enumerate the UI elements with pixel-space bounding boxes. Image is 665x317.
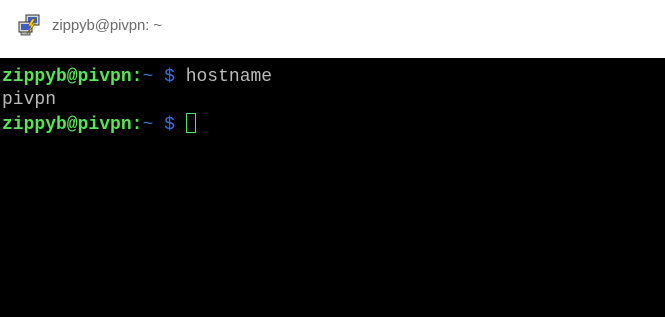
- putty-icon: [17, 13, 41, 37]
- prompt-symbol: $: [164, 115, 175, 135]
- window-title: zippyb@pivpn: ~: [52, 17, 163, 34]
- terminal-area[interactable]: zippyb@pivpn:~ $ hostname pivpn zippyb@p…: [0, 58, 665, 317]
- prompt-symbol: $: [164, 67, 175, 87]
- terminal-line: zippyb@pivpn:~ $ hostname: [2, 66, 272, 88]
- terminal-line: zippyb@pivpn:~ $: [2, 113, 196, 135]
- title-bar[interactable]: zippyb@pivpn: ~: [0, 0, 665, 58]
- text-cursor: [185, 113, 196, 133]
- terminal-line: pivpn: [2, 89, 56, 111]
- prompt-path: ~: [142, 67, 154, 87]
- prompt-user: zippyb@pivpn:: [2, 115, 143, 135]
- prompt-path: ~: [142, 115, 154, 135]
- terminal-window: zippyb@pivpn: ~ zippyb@pivpn:~ $ hostnam…: [0, 0, 665, 317]
- output-text: pivpn: [2, 90, 57, 110]
- prompt-user: zippyb@pivpn:: [2, 67, 143, 87]
- command-text: hostname: [185, 67, 273, 87]
